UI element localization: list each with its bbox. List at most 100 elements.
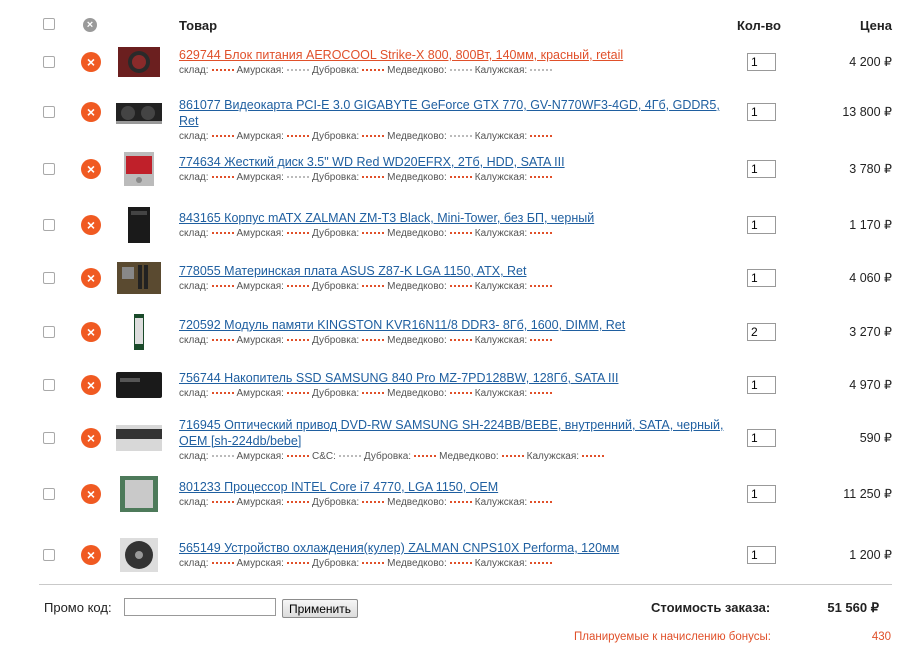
cart-row: × 778055 Материнская плата ASUS Z87-K LG… — [0, 252, 915, 304]
quantity-input[interactable] — [747, 269, 776, 287]
item-price: 11 250 ₽ — [843, 487, 892, 501]
product-thumbnail[interactable] — [114, 419, 164, 457]
stock-warehouse: склад: — [179, 65, 209, 76]
stock-availability: склад: Амурская: Дубровка: Медведково: Калуж… — [179, 557, 739, 570]
quantity-input[interactable] — [747, 376, 776, 394]
remove-item-icon[interactable]: × — [81, 52, 101, 72]
stock-availability: склад: Амурская: Дубровка: Медведково: Калуж… — [179, 171, 739, 184]
row-checkbox[interactable] — [43, 163, 55, 175]
cart-row: × 565149 Устройство охлаждения(кулер) ZA… — [0, 528, 915, 582]
product-link[interactable]: 716945 Оптический привод DVD-RW SAMSUNG … — [179, 417, 739, 449]
remove-item-icon[interactable]: × — [81, 375, 101, 395]
product-thumbnail[interactable] — [114, 313, 164, 351]
cart-row: × 716945 Оптический привод DVD-RW SAMSUN… — [0, 412, 915, 464]
column-price: Цена — [860, 18, 892, 33]
remove-item-icon[interactable]: × — [81, 268, 101, 288]
item-info: 774634 Жесткий диск 3.5" WD Red WD20EFRX… — [179, 154, 739, 184]
cart-row: × 801233 Процессор INTEL Core i7 4770, L… — [0, 466, 915, 522]
promo-label: Промо код: — [44, 600, 112, 615]
remove-item-icon[interactable]: × — [81, 102, 101, 122]
remove-item-icon[interactable]: × — [81, 545, 101, 565]
item-info: 801233 Процессор INTEL Core i7 4770, LGA… — [179, 479, 739, 509]
stock-availability: склад: Амурская: Дубровка: Медведково: Калуж… — [179, 387, 739, 400]
item-price: 1 170 ₽ — [849, 218, 892, 232]
column-goods: Товар — [179, 18, 218, 33]
row-checkbox[interactable] — [43, 219, 55, 231]
product-link[interactable]: 565149 Устройство охлаждения(кулер) ZALM… — [179, 540, 739, 556]
cart-row: × 720592 Модуль памяти KINGSTON KVR16N11… — [0, 306, 915, 358]
stock-availability: склад: Амурская: Дубровка: Медведково: Калуж… — [179, 280, 739, 293]
row-checkbox[interactable] — [43, 488, 55, 500]
item-info: 843165 Корпус mATX ZALMAN ZM-T3 Black, M… — [179, 210, 739, 240]
product-thumbnail[interactable] — [114, 259, 164, 297]
stock-warehouse: склад: — [179, 451, 209, 462]
stock-availability: склад: Амурская: Дубровка: Медведково: Калуж… — [179, 227, 739, 240]
product-thumbnail[interactable] — [114, 366, 164, 404]
remove-item-icon[interactable]: × — [81, 484, 101, 504]
cart-row: × 774634 Жесткий диск 3.5" WD Red WD20EF… — [0, 140, 915, 198]
quantity-input[interactable] — [747, 216, 776, 234]
quantity-input[interactable] — [747, 546, 776, 564]
product-link[interactable]: 801233 Процессор INTEL Core i7 4770, LGA… — [179, 479, 739, 495]
item-price: 1 200 ₽ — [849, 548, 892, 562]
item-price: 4 060 ₽ — [849, 271, 892, 285]
row-checkbox[interactable] — [43, 549, 55, 561]
quantity-input[interactable] — [747, 53, 776, 71]
select-all-checkbox[interactable] — [43, 18, 55, 30]
cart-header: × Товар Кол-во Цена — [0, 0, 915, 40]
product-thumbnail[interactable] — [114, 150, 164, 188]
item-price: 4 200 ₽ — [849, 55, 892, 69]
apply-promo-button[interactable]: Применить — [282, 599, 358, 618]
remove-item-icon[interactable]: × — [81, 322, 101, 342]
stock-warehouse: склад: — [179, 335, 209, 346]
item-price: 4 970 ₽ — [849, 378, 892, 392]
product-link[interactable]: 861077 Видеокарта PCI-E 3.0 GIGABYTE GeF… — [179, 97, 739, 129]
remove-item-icon[interactable]: × — [81, 159, 101, 179]
product-thumbnail[interactable] — [114, 475, 164, 513]
item-info: 629744 Блок питания AEROCOOL Strike-X 80… — [179, 47, 739, 77]
stock-availability: склад: Амурская: Дубровка: Медведково: Калуж… — [179, 334, 739, 347]
row-checkbox[interactable] — [43, 272, 55, 284]
remove-item-icon[interactable]: × — [81, 428, 101, 448]
stock-warehouse: склад: — [179, 281, 209, 292]
cart-row: × 756744 Накопитель SSD SAMSUNG 840 Pro … — [0, 360, 915, 410]
quantity-input[interactable] — [747, 323, 776, 341]
divider — [39, 584, 892, 585]
product-link[interactable]: 778055 Материнская плата ASUS Z87-K LGA … — [179, 263, 739, 279]
product-thumbnail[interactable] — [114, 43, 164, 81]
remove-item-icon[interactable]: × — [81, 215, 101, 235]
column-qty: Кол-во — [737, 18, 781, 33]
item-info: 756744 Накопитель SSD SAMSUNG 840 Pro MZ… — [179, 370, 739, 400]
quantity-input[interactable] — [747, 160, 776, 178]
product-link[interactable]: 756744 Накопитель SSD SAMSUNG 840 Pro MZ… — [179, 370, 739, 386]
stock-warehouse: склад: — [179, 497, 209, 508]
product-link[interactable]: 843165 Корпус mATX ZALMAN ZM-T3 Black, M… — [179, 210, 739, 226]
cart-row: × 861077 Видеокарта PCI-E 3.0 GIGABYTE G… — [0, 86, 915, 142]
row-checkbox[interactable] — [43, 106, 55, 118]
item-info: 778055 Материнская плата ASUS Z87-K LGA … — [179, 263, 739, 293]
bonus-value: 430 — [871, 631, 891, 643]
item-price: 3 780 ₽ — [849, 162, 892, 176]
product-link[interactable]: 629744 Блок питания AEROCOOL Strike-X 80… — [179, 47, 739, 63]
product-thumbnail[interactable] — [114, 536, 164, 574]
row-checkbox[interactable] — [43, 56, 55, 68]
delete-all-icon[interactable]: × — [83, 18, 97, 32]
product-link[interactable]: 720592 Модуль памяти KINGSTON KVR16N11/8… — [179, 317, 739, 333]
product-thumbnail[interactable] — [114, 206, 164, 244]
product-link[interactable]: 774634 Жесткий диск 3.5" WD Red WD20EFRX… — [179, 154, 739, 170]
cart-row: × 629744 Блок питания AEROCOOL Strike-X … — [0, 40, 915, 84]
row-checkbox[interactable] — [43, 326, 55, 338]
quantity-input[interactable] — [747, 103, 776, 121]
cart-row: × 843165 Корпус mATX ZALMAN ZM-T3 Black,… — [0, 200, 915, 250]
promo-input[interactable] — [124, 598, 276, 616]
row-checkbox[interactable] — [43, 379, 55, 391]
item-info: 565149 Устройство охлаждения(кулер) ZALM… — [179, 540, 739, 570]
item-info: 716945 Оптический привод DVD-RW SAMSUNG … — [179, 417, 739, 463]
quantity-input[interactable] — [747, 485, 776, 503]
quantity-input[interactable] — [747, 429, 776, 447]
row-checkbox[interactable] — [43, 432, 55, 444]
item-info: 720592 Модуль памяти KINGSTON KVR16N11/8… — [179, 317, 739, 347]
total-value: 51 560 ₽ — [827, 600, 879, 615]
total-label: Стоимость заказа: — [651, 600, 771, 615]
product-thumbnail[interactable] — [114, 93, 164, 131]
